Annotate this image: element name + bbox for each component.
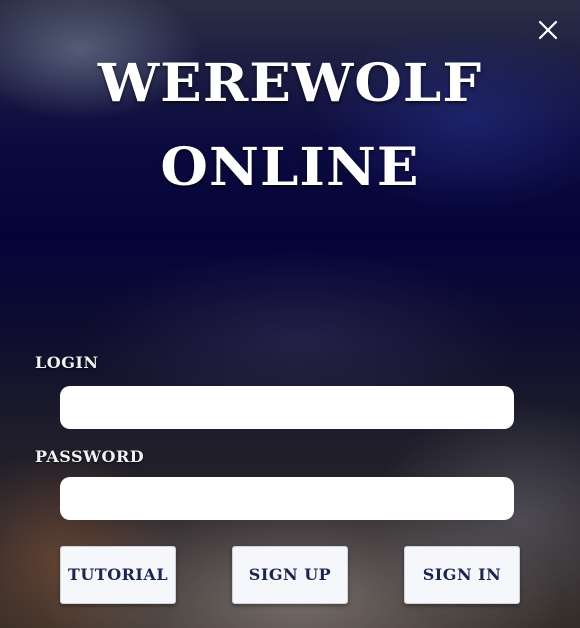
sign-up-button[interactable]: SIGN UP — [232, 546, 348, 604]
tutorial-button[interactable]: TUTORIAL — [60, 546, 176, 604]
login-input[interactable] — [60, 386, 514, 429]
login-label: LOGIN — [35, 353, 99, 372]
password-input[interactable] — [60, 477, 514, 520]
password-label: PASSWORD — [35, 447, 145, 466]
sign-in-button[interactable]: SIGN IN — [404, 546, 520, 604]
close-icon — [536, 18, 560, 42]
close-button[interactable] — [536, 18, 560, 42]
game-title-line-2: ONLINE — [160, 137, 420, 198]
game-title-line-1: WEREWOLF — [97, 53, 483, 114]
